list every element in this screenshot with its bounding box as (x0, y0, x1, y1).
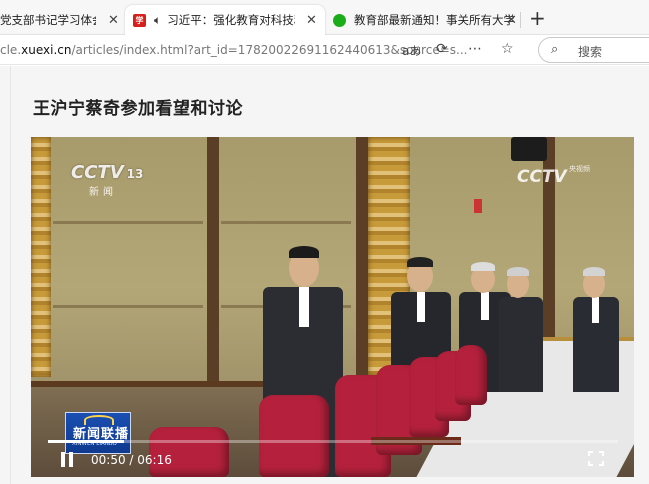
close-icon[interactable]: ✕ (506, 13, 517, 28)
tab-xi-education[interactable]: 学 🔈︎ 习近平：强化教育对科技和人 ✕ (125, 5, 325, 35)
tab-divider (520, 12, 521, 28)
wall-panel-rule (53, 221, 203, 224)
read-aloud-icon[interactable]: aあ (402, 42, 421, 59)
tab-title: 教育部最新通知！事关所有大学生 (354, 13, 514, 27)
video-progress-bar[interactable] (48, 440, 618, 443)
person-shirt (481, 292, 489, 320)
cctv13-logo-text: CCTV (71, 162, 124, 183)
xinwen-lianbo-badge: 新闻联播 XINWEN LIANBO (65, 412, 131, 454)
fullscreen-button[interactable] (588, 451, 604, 466)
person-hair (471, 262, 495, 271)
cctv13-logo-sub: 新闻 (89, 187, 117, 198)
more-icon[interactable]: ⋯ (468, 41, 482, 57)
person-shirt (592, 297, 599, 323)
fullscreen-icon (588, 451, 593, 456)
favorite-star-icon[interactable]: ☆ (501, 41, 514, 57)
video-time: 00:50 / 06:16 (91, 453, 172, 467)
article-page: 王沪宁蔡奇参加看望和讨论 CCTV 13 新闻 CCTV 央视频 新闻联播 XI… (0, 66, 649, 484)
article-title: 王沪宁蔡奇参加看望和讨论 (33, 99, 243, 119)
fullscreen-icon (599, 461, 604, 466)
xuexi-red-icon: 学 (133, 13, 146, 27)
url-prefix: cle. (0, 43, 22, 57)
video-progress-fill (48, 440, 124, 443)
video-player[interactable]: CCTV 13 新闻 CCTV 央视频 新闻联播 XINWEN LIANBO 00… (31, 137, 634, 477)
search-placeholder: 搜索 (578, 45, 603, 59)
wall-panel-divider (356, 137, 368, 387)
pause-button[interactable] (61, 452, 75, 468)
url-host: xuexi.cn (21, 43, 72, 57)
search-icon: ⌕ (551, 42, 559, 57)
fullscreen-icon (588, 461, 593, 466)
cctv13-channel-number: 13 (126, 167, 144, 181)
wechat-green-icon (333, 13, 346, 27)
person-hair (507, 267, 529, 276)
fullscreen-icon (599, 451, 604, 456)
golden-pillar (31, 137, 51, 377)
new-tab-button[interactable]: + (529, 6, 546, 30)
tab-party-secretary[interactable]: 党支部书记学习体会：务 ✕ (0, 5, 122, 35)
search-input[interactable]: ⌕ 搜索 (538, 37, 649, 63)
close-icon[interactable]: ✕ (108, 13, 119, 28)
cctv13-logo: CCTV 13 (71, 162, 143, 183)
pause-icon (61, 452, 65, 467)
person-hair (407, 257, 433, 267)
pause-icon (69, 452, 73, 467)
tab-title: 习近平：强化教育对科技和人 (167, 13, 295, 27)
cctv-watermark-sub: 央视频 (569, 165, 590, 173)
person-shirt (417, 292, 425, 322)
person-hair (583, 267, 605, 276)
tab-education-notice[interactable]: 教育部最新通知！事关所有大学生 ✕ (327, 5, 525, 35)
cctv-watermark: CCTV (517, 167, 567, 187)
wall-panel-rule (221, 221, 351, 224)
page-divider (10, 66, 11, 484)
wall-panel-divider (207, 137, 219, 387)
address-bar-row: cle.xuexi.cn/articles/index.html?art_id=… (0, 35, 649, 65)
tab-strip: 党支部书记学习体会：务 ✕ 学 🔈︎ 习近平：强化教育对科技和人 ✕ 教育部最新… (0, 0, 649, 35)
speaker-icon[interactable]: 🔈︎ (154, 13, 161, 28)
person (499, 297, 543, 392)
tab-title: 党支部书记学习体会：务 (0, 13, 96, 27)
red-chair (455, 345, 487, 405)
person-shirt (299, 287, 309, 327)
red-chair (259, 395, 329, 477)
wall-alarm (474, 199, 482, 213)
red-chair (149, 427, 229, 477)
person-hair (289, 246, 319, 258)
address-bar[interactable]: cle.xuexi.cn/articles/index.html?art_id=… (0, 43, 467, 57)
refresh-icon[interactable]: ⟳ (436, 41, 448, 57)
close-icon[interactable]: ✕ (306, 13, 317, 28)
wall-panel-rule (53, 305, 203, 308)
wall-speaker (511, 137, 547, 161)
